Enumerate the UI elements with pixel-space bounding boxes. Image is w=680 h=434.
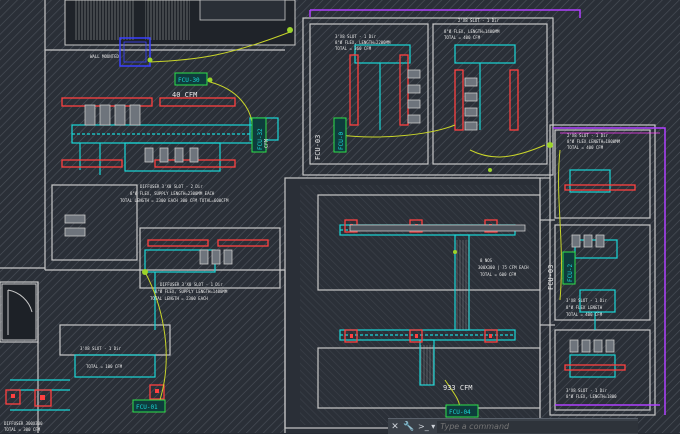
svg-text:TOTAL = 100 CFM: TOTAL = 100 CFM	[86, 364, 123, 369]
command-line-bar[interactable]: ✕ 🔧 >_ ▾	[388, 418, 638, 434]
svg-text:FCU-32: FCU-32	[257, 128, 264, 150]
svg-text:FCU-04: FCU-04	[449, 409, 471, 416]
svg-text:FCU-01: FCU-01	[136, 404, 158, 411]
wrench-icon[interactable]: 🔧	[402, 420, 416, 434]
svg-text:8"Ø FLEX, LENGTH=1400MM: 8"Ø FLEX, LENGTH=1400MM	[444, 29, 500, 34]
fcu-right-vertical-tag[interactable]: FCU-2	[562, 251, 576, 285]
fcu-01-tag[interactable]: FCU-01	[132, 399, 166, 413]
fcu-center-vertical-tag[interactable]: FCU-0	[333, 117, 347, 153]
svg-text:8"Ø FLEX LENGTH=1800MM: 8"Ø FLEX LENGTH=1800MM	[567, 139, 621, 144]
svg-text:FCU-0: FCU-0	[338, 132, 345, 150]
open-room-hatch	[300, 185, 538, 425]
svg-text:3'X8 SLOT - 1 Dir: 3'X8 SLOT - 1 Dir	[566, 298, 608, 303]
svg-text:40 CFM: 40 CFM	[172, 91, 197, 99]
svg-text:TOTAL = 400 CFM: TOTAL = 400 CFM	[566, 312, 603, 317]
svg-text:2'X8 SLOT - 1 Dir: 2'X8 SLOT - 1 Dir	[458, 18, 500, 23]
svg-text:TOTAL = 400 CFM: TOTAL = 400 CFM	[444, 35, 481, 40]
svg-text:300X300 | 75 CFM EACH: 300X300 | 75 CFM EACH	[478, 265, 529, 270]
svg-text:FCU-03: FCU-03	[547, 265, 555, 290]
svg-text:CFM: CFM	[264, 139, 270, 148]
svg-text:TOTAL LENGTH = 2300 EACH: TOTAL LENGTH = 2300 EACH	[150, 296, 208, 301]
svg-text:FCU-30: FCU-30	[178, 77, 200, 84]
fcu-04-tag[interactable]: FCU-04	[445, 404, 479, 418]
svg-text:8"Ø FLEX, LENGTH=2200MM: 8"Ø FLEX, LENGTH=2200MM	[335, 40, 391, 45]
svg-text:8"Ø FLEX, LENGTH=1800: 8"Ø FLEX, LENGTH=1800	[566, 394, 617, 399]
svg-text:8 NOS: 8 NOS	[480, 258, 493, 263]
cad-drawing-canvas[interactable]: FCU-30 FCU-32 FCU-01 FCU-04 FCU-2 FCU-0 …	[0, 0, 680, 433]
svg-text:WALL MOUNTED: WALL MOUNTED	[90, 54, 119, 59]
svg-text:TOTAL LENGTH = 2300 EACH 300 C: TOTAL LENGTH = 2300 EACH 300 CFM TOTAL=6…	[120, 198, 229, 203]
svg-text:3'X8 SLOT - 1 Dir: 3'X8 SLOT - 1 Dir	[335, 34, 377, 39]
svg-text:FCU-03: FCU-03	[314, 135, 322, 160]
door-swing	[1, 283, 37, 341]
svg-text:2'X8 SLOT - 1 Dir: 2'X8 SLOT - 1 Dir	[567, 133, 609, 138]
svg-text:TOTAL = 600 CFM: TOTAL = 600 CFM	[480, 272, 517, 277]
svg-text:DIFFUSER 300X300: DIFFUSER 300X300	[4, 421, 43, 426]
close-icon[interactable]: ✕	[388, 420, 402, 434]
svg-text:8"Ø FLEX, SUPPLY LENGTH=2300MM: 8"Ø FLEX, SUPPLY LENGTH=2300MM EACH	[130, 191, 215, 196]
command-prompt-icon[interactable]: >_ ▾	[416, 422, 437, 431]
svg-text:3'X8 SLOT - 1 Dir: 3'X8 SLOT - 1 Dir	[80, 346, 122, 351]
cad-drawing-viewport[interactable]: FCU-30 FCU-32 FCU-01 FCU-04 FCU-2 FCU-0 …	[0, 0, 680, 433]
svg-text:3'X8 SLOT - 1 Dir: 3'X8 SLOT - 1 Dir	[566, 388, 608, 393]
svg-text:DIFFUSER 3'X8 SLOT - 1 Dir: DIFFUSER 3'X8 SLOT - 1 Dir	[160, 282, 223, 287]
svg-text:TOTAL = 360 CFM: TOTAL = 360 CFM	[335, 46, 372, 51]
svg-text:8"Ø FLEX LENGTH: 8"Ø FLEX LENGTH	[566, 305, 603, 310]
command-input[interactable]	[437, 420, 638, 433]
svg-text:TOTAL = 400 CFM: TOTAL = 400 CFM	[567, 145, 604, 150]
svg-text:FCU-2: FCU-2	[567, 264, 574, 282]
fcu-30-tag[interactable]: FCU-30	[174, 72, 208, 86]
svg-text:933 CFM: 933 CFM	[443, 384, 473, 392]
svg-text:DIFFUSER 3'X8 SLOT - 2 Dir: DIFFUSER 3'X8 SLOT - 2 Dir	[140, 184, 203, 189]
svg-text:TOTAL = 300 CFM: TOTAL = 300 CFM	[4, 427, 41, 432]
svg-text:8"Ø FLEX, SUPPLY LENGTH=1400MM: 8"Ø FLEX, SUPPLY LENGTH=1400MM	[155, 289, 228, 294]
